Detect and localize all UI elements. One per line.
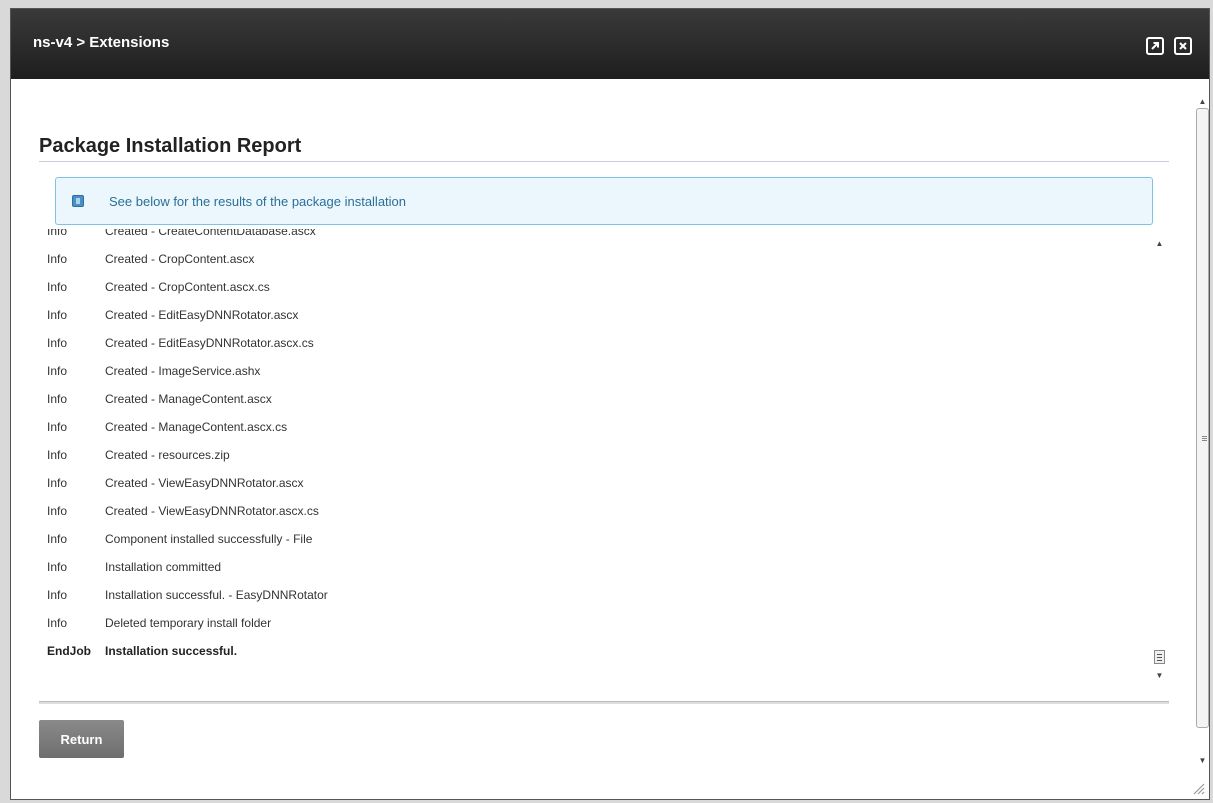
log-scrollbar[interactable]: ▲ ▼ [1151,231,1168,687]
log-message: Created - CropContent.ascx.cs [105,280,270,294]
scroll-up-arrow-icon[interactable]: ▲ [1151,235,1168,252]
grip-icon [1202,434,1209,444]
log-type: Info [47,280,68,294]
log-message: Component installed successfully - File [105,532,313,546]
log-row: Info Created - CreateContentDatabase.ascx [47,229,1137,245]
info-message-box: See below for the results of the package… [55,177,1153,225]
footer-divider [39,701,1169,704]
log-row: Info Component installed successfully - F… [47,525,1137,553]
dialog-title: ns-v4 > Extensions [33,34,170,51]
log-type: Info [47,560,68,574]
info-icon [72,195,84,207]
log-row: Info Created - EditEasyDNNRotator.ascx.cs [47,329,1137,357]
log-message: Created - EditEasyDNNRotator.ascx.cs [105,336,314,350]
close-button[interactable] [1174,37,1192,55]
log-type: Info [47,336,68,350]
log-message: Installation successful. - EasyDNNRotato… [105,588,328,602]
log-row: Info Installation successful. - EasyDNNRo… [47,581,1137,609]
log-row: Info Created - CropContent.ascx.cs [47,273,1137,301]
dialog-scrollbar[interactable]: ▲ ▼ [1194,91,1209,791]
log-message: Installation successful. [105,644,238,658]
log-message: Created - ViewEasyDNNRotator.ascx.cs [105,504,319,518]
dialog-scroll-down-icon[interactable]: ▼ [1194,752,1209,769]
log-message: Deleted temporary install folder [105,616,272,630]
log-row: Info Installation committed [47,553,1137,581]
log-row: Info Created - CropContent.ascx [47,245,1137,273]
log-message: Created - resources.zip [105,448,230,462]
log-message: Created - ManageContent.ascx [105,392,272,406]
log-row: Info Created - ManageContent.ascx.cs [47,413,1137,441]
log-row: Info Created - resources.zip [47,441,1137,469]
scroll-down-arrow-icon[interactable]: ▼ [1151,667,1168,684]
log-row: Info Created - ImageService.ashx [47,357,1137,385]
maximize-button[interactable] [1146,37,1164,55]
install-log-list: Info Created - CreateContentDatabase.ascx… [47,229,1137,665]
dialog-titlebar[interactable]: ns-v4 > Extensions [11,9,1209,79]
log-message: Created - ViewEasyDNNRotator.ascx [105,476,304,490]
log-type: Info [47,588,68,602]
log-row: EndJob Installation successful. [47,637,1137,665]
log-row: Info Deleted temporary install folder [47,609,1137,637]
log-row: Info Created - ManageContent.ascx [47,385,1137,413]
close-icon [1179,42,1187,50]
log-type: Info [47,448,68,462]
return-button[interactable]: Return [39,720,124,758]
log-type: Info [47,229,68,238]
log-row: Info Created - ViewEasyDNNRotator.ascx.cs [47,497,1137,525]
log-type: Info [47,308,68,322]
log-type: Info [47,532,68,546]
resize-handle-icon[interactable] [1191,781,1205,795]
log-type: EndJob [47,644,91,658]
install-log-panel[interactable]: Info Created - CreateContentDatabase.ascx… [39,229,1171,687]
log-message: Created - CreateContentDatabase.ascx [105,229,316,238]
log-type: Info [47,476,68,490]
log-type: Info [47,392,68,406]
log-message: Created - ManageContent.ascx.cs [105,420,288,434]
log-type: Info [47,364,68,378]
log-row: Info Created - ViewEasyDNNRotator.ascx [47,469,1137,497]
log-type: Info [47,420,68,434]
log-message: Created - CropContent.ascx [105,252,255,266]
info-message: See below for the results of the package… [109,194,407,209]
log-row: Info Created - EditEasyDNNRotator.ascx [47,301,1137,329]
log-message: Created - EditEasyDNNRotator.ascx [105,308,299,322]
log-scroll-thumb[interactable] [1154,650,1165,664]
log-message: Installation committed [105,560,222,574]
log-type: Info [47,504,68,518]
title-divider [39,161,1169,162]
log-message: Created - ImageService.ashx [105,364,261,378]
arrow-up-right-icon [1151,42,1159,50]
log-type: Info [47,252,68,266]
extensions-dialog: ns-v4 > Extensions Package Installation … [10,8,1210,800]
log-type: Info [47,616,68,630]
page-title: Package Installation Report [39,135,302,157]
dialog-scroll-thumb[interactable] [1196,108,1209,728]
